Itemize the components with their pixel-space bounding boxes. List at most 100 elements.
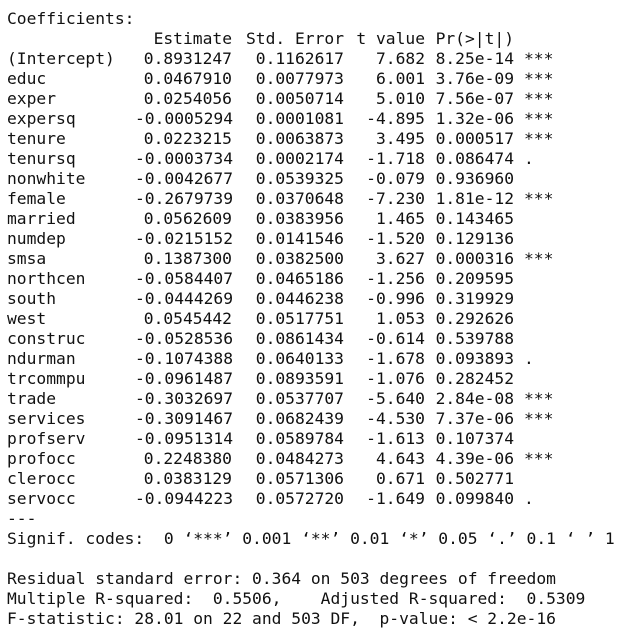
row-t-value: 3.627	[375, 249, 425, 268]
signif-codes: Signif. codes: 0 ‘***’ 0.001 ‘**’ 0.01 ‘…	[7, 529, 615, 548]
row-estimate: 0.1387300	[143, 249, 232, 268]
row-p-value: 8.25e-14	[435, 49, 514, 68]
row-signif: ***	[524, 129, 554, 148]
row-estimate: 0.8931247	[143, 49, 232, 68]
row-signif: ***	[524, 109, 554, 128]
table-row: ndurman -0.1074388 0.0640133 -1.678 0.093893…	[7, 349, 632, 369]
row-t-value: -0.996	[366, 289, 425, 308]
row-std-error: 0.0063873	[255, 129, 344, 148]
row-name: west	[7, 309, 47, 328]
row-t-value: -4.895	[366, 109, 425, 128]
row-name: ndurman	[7, 349, 76, 368]
row-signif: ***	[524, 89, 554, 108]
header-p-value: Pr(>|t|)	[435, 29, 514, 48]
table-row: educ 0.0467910 0.0077973 6.001 3.76e-09 ***	[7, 69, 632, 89]
row-p-value: 3.76e-09	[435, 69, 514, 88]
row-t-value: -1.613	[366, 429, 425, 448]
row-t-value: -1.076	[366, 369, 425, 388]
header-estimate: Estimate	[153, 29, 232, 48]
coefficients-title: Coefficients:	[7, 9, 135, 28]
table-row: servocc -0.0944223 0.0572720 -1.649 0.099840…	[7, 489, 632, 509]
row-name: construc	[7, 329, 86, 348]
table-row: numdep -0.0215152 0.0141546 -1.520 0.129136	[7, 229, 632, 249]
row-t-value: -1.649	[366, 489, 425, 508]
row-name: nonwhite	[7, 169, 86, 188]
row-std-error: 0.0465186	[255, 269, 344, 288]
row-signif: .	[524, 349, 534, 368]
row-std-error: 0.0893591	[255, 369, 344, 388]
row-t-value: -1.718	[366, 149, 425, 168]
row-name: profocc	[7, 449, 76, 468]
row-estimate: -0.0528536	[135, 329, 234, 348]
row-std-error: 0.0572720	[255, 489, 344, 508]
row-estimate: 0.0545442	[143, 309, 232, 328]
r-squared-line: Multiple R-squared: 0.5506, Adjusted R-s…	[7, 589, 586, 608]
regression-output: Coefficients: Estimate Std. Error t value P…	[7, 9, 632, 629]
row-name: trade	[7, 389, 57, 408]
row-t-value: -0.079	[366, 169, 425, 188]
separator: ---	[7, 509, 37, 528]
row-std-error: 0.0537707	[255, 389, 344, 408]
table-row: female -0.2679739 0.0370648 -7.230 1.81e-12 *…	[7, 189, 632, 209]
row-std-error: 0.0484273	[255, 449, 344, 468]
row-t-value: -4.530	[366, 409, 425, 428]
row-std-error: 0.0861434	[255, 329, 344, 348]
table-row: exper 0.0254056 0.0050714 5.010 7.56e-07 ***	[7, 89, 632, 109]
row-std-error: 0.0002174	[255, 149, 344, 168]
row-name: (Intercept)	[7, 49, 115, 68]
row-p-value: 0.107374	[435, 429, 514, 448]
row-t-value: -5.640	[366, 389, 425, 408]
row-estimate: -0.3032697	[135, 389, 234, 408]
row-p-value: 0.209595	[435, 269, 514, 288]
row-estimate: 0.2248380	[143, 449, 232, 468]
row-p-value: 4.39e-06	[435, 449, 514, 468]
row-name: expersq	[7, 109, 76, 128]
row-name: educ	[7, 69, 47, 88]
row-signif: ***	[524, 189, 554, 208]
row-p-value: 0.319929	[435, 289, 514, 308]
row-std-error: 0.0517751	[255, 309, 344, 328]
table-row: construc -0.0528536 0.0861434 -0.614 0.53978…	[7, 329, 632, 349]
row-std-error: 0.0382500	[255, 249, 344, 268]
row-t-value: 6.001	[375, 69, 425, 88]
row-estimate: -0.0944223	[135, 489, 234, 508]
row-t-value: 4.643	[375, 449, 425, 468]
table-row: married 0.0562609 0.0383956 1.465 0.143465	[7, 209, 632, 229]
row-std-error: 0.0589784	[255, 429, 344, 448]
row-estimate: -0.0951314	[135, 429, 234, 448]
row-p-value: 0.143465	[435, 209, 514, 228]
table-row: trcommpu -0.0961487 0.0893591 -1.076 0.28245…	[7, 369, 632, 389]
row-std-error: 0.0446238	[255, 289, 344, 308]
row-t-value: -1.256	[366, 269, 425, 288]
row-t-value: 0.671	[375, 469, 425, 488]
table-row: profocc 0.2248380 0.0484273 4.643 4.39e-06 **…	[7, 449, 632, 469]
row-name: clerocc	[7, 469, 76, 488]
table-row: (Intercept) 0.8931247 0.1162617 7.682 8.25e-…	[7, 49, 632, 69]
row-p-value: 0.086474	[435, 149, 514, 168]
row-std-error: 0.0640133	[255, 349, 344, 368]
row-estimate: -0.0444269	[135, 289, 234, 308]
row-t-value: -7.230	[366, 189, 425, 208]
row-name: married	[7, 209, 76, 228]
table-row: nonwhite -0.0042677 0.0539325 -0.079 0.93696…	[7, 169, 632, 189]
row-name: smsa	[7, 249, 47, 268]
row-t-value: -1.678	[366, 349, 425, 368]
row-p-value: 0.502771	[435, 469, 514, 488]
row-signif: ***	[524, 249, 554, 268]
table-row: profserv -0.0951314 0.0589784 -1.613 0.10737…	[7, 429, 632, 449]
table-row: tenure 0.0223215 0.0063873 3.495 0.000517 ***	[7, 129, 632, 149]
row-name: exper	[7, 89, 57, 108]
row-estimate: 0.0562609	[143, 209, 232, 228]
coefficients-header-row: Estimate Std. Error t value Pr(>|t|)	[7, 29, 632, 49]
row-name: servocc	[7, 489, 76, 508]
row-estimate: -0.2679739	[135, 189, 234, 208]
table-row: northcen -0.0584407 0.0465186 -1.256 0.20959…	[7, 269, 632, 289]
row-t-value: 7.682	[375, 49, 425, 68]
row-p-value: 2.84e-08	[435, 389, 514, 408]
coefficients-table: (Intercept) 0.8931247 0.1162617 7.682 8.25e-…	[7, 49, 632, 509]
table-row: clerocc 0.0383129 0.0571306 0.671 0.502771	[7, 469, 632, 489]
row-t-value: 1.053	[375, 309, 425, 328]
row-name: tenure	[7, 129, 66, 148]
row-name: services	[7, 409, 86, 428]
